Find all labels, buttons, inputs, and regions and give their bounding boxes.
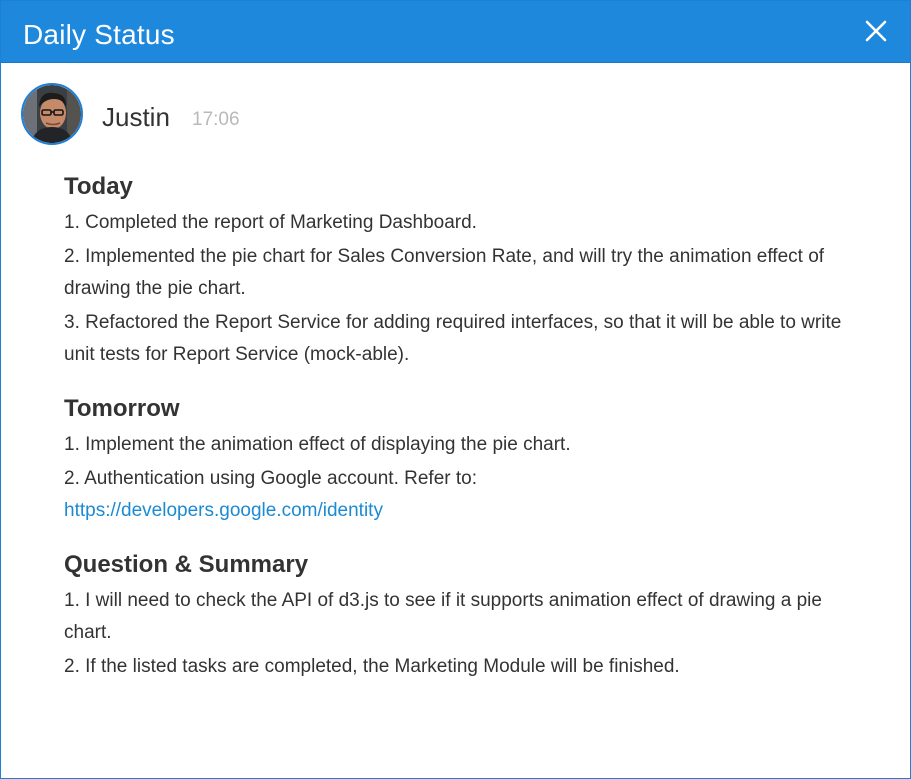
google-identity-link[interactable]: https://developers.google.com/identity <box>64 495 864 527</box>
section-title: Tomorrow <box>64 395 180 422</box>
list-item: 3. Refactored the Report Service for add… <box>64 312 842 365</box>
section-question-summary: Question & Summary 1. I will need to che… <box>64 549 864 683</box>
author-name: Justin <box>102 102 170 132</box>
close-icon <box>865 20 887 42</box>
list-item: 1. Completed the report of Marketing Das… <box>64 212 477 233</box>
dialog-title: Daily Status <box>23 19 175 50</box>
list-item: 2. Authentication using Google account. … <box>64 468 477 489</box>
section-tomorrow: Tomorrow 1. Implement the animation effe… <box>64 393 864 527</box>
list-item: 2. If the listed tasks are completed, th… <box>64 656 680 677</box>
user-photo-icon <box>23 85 81 143</box>
section-title: Question & Summary <box>64 551 309 578</box>
post-timestamp: 17:06 <box>192 109 240 130</box>
section-title: Today <box>64 173 133 200</box>
dialog-titlebar: Daily Status <box>1 1 910 63</box>
list-item: 2. Implemented the pie chart for Sales C… <box>64 246 825 299</box>
list-item: 1. I will need to check the API of d3.js… <box>64 590 822 643</box>
close-button[interactable] <box>862 17 890 45</box>
daily-status-dialog: Daily Status Justin 17:06 Today 1. Compl… <box>0 0 911 779</box>
avatar[interactable] <box>21 83 83 145</box>
section-today: Today 1. Completed the report of Marketi… <box>64 171 864 371</box>
status-content: Today 1. Completed the report of Marketi… <box>64 171 864 705</box>
list-item: 1. Implement the animation effect of dis… <box>64 434 571 455</box>
